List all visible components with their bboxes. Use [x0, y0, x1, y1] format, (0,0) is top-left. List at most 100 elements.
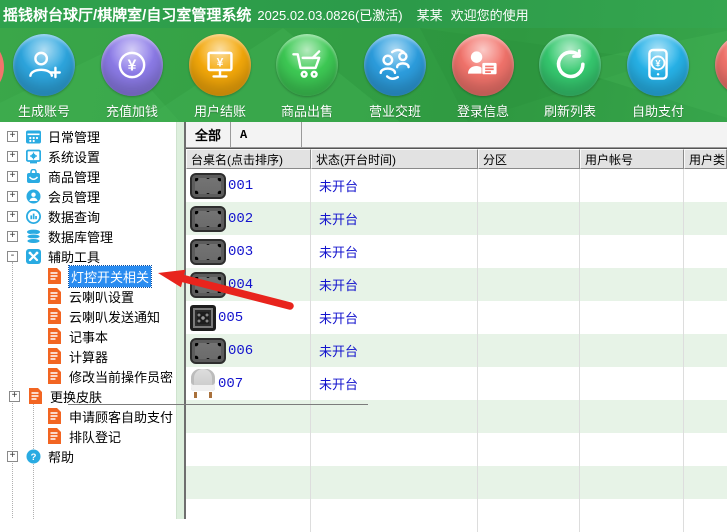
sidebar-item-light-control[interactable]: 灯控开关相关 — [0, 266, 176, 286]
toolbar-button-sell-goods[interactable]: 商品出售 — [264, 34, 350, 120]
settings-icon — [25, 148, 41, 164]
tree-spacer — [28, 411, 39, 422]
table-name: 007 — [218, 376, 243, 392]
version-text: 2025.02.03.0826(已激活) — [257, 5, 402, 24]
table-row[interactable]: 006 未开台 — [186, 334, 727, 367]
table-name: 006 — [228, 343, 253, 359]
table-panel: 全部 A 台桌名(点击排序) 状态(开台时间) 分区 用户帐号 用户类 001 … — [184, 122, 727, 519]
tab-all[interactable]: 全部 — [186, 122, 231, 147]
sidebar-item-queue-register[interactable]: 排队登记 — [0, 426, 176, 446]
title-bar: 摇钱树台球厅/棋牌室/自习室管理系统 2025.02.03.0826(已激活) … — [0, 0, 727, 28]
shift-change-icon — [364, 34, 426, 96]
column-header-status[interactable]: 状态(开台时间) — [311, 149, 478, 169]
sidebar-item-help[interactable]: + ? 帮助 — [0, 446, 176, 466]
table-row[interactable]: 001 未开台 — [186, 169, 727, 202]
toolbar-button-label: 生成账号 — [1, 101, 87, 120]
sidebar-item-notepad[interactable]: 记事本 — [0, 326, 176, 346]
svg-text:¥: ¥ — [655, 58, 661, 68]
cart-icon — [276, 34, 338, 96]
sidebar-item-calculator[interactable]: 计算器 — [0, 346, 176, 366]
toolbar-button-recharge[interactable]: ¥ 充值加钱 — [89, 34, 175, 120]
column-header-user-type[interactable]: 用户类 — [684, 149, 727, 169]
tree-spacer — [28, 431, 39, 442]
table-header: 台桌名(点击排序) 状态(开台时间) 分区 用户帐号 用户类 — [186, 148, 727, 169]
status-text: 未开台 — [319, 275, 358, 294]
sidebar-item-cloud-speaker-notify[interactable]: 云喇叭发送通知 — [0, 306, 176, 326]
sidebar-item-label: 会员管理 — [48, 187, 100, 206]
toolbar-button-label: 登录信息 — [440, 101, 526, 120]
expander-icon[interactable]: + — [7, 451, 18, 462]
tab-a[interactable]: A — [231, 122, 302, 147]
billiard-table-icon — [190, 173, 226, 199]
toolbar-button-user-checkout[interactable]: ¥ 用户结账 — [177, 34, 263, 120]
toolbar-button-label: 刷新列表 — [527, 101, 613, 120]
document-icon — [46, 288, 62, 304]
toolbar-button-shift-change[interactable]: 营业交班 — [352, 34, 438, 120]
empty-table-row — [186, 466, 727, 499]
document-icon — [46, 328, 62, 344]
sidebar-item-database-management[interactable]: + 数据库管理 — [0, 226, 176, 246]
toolbar-button-label: 自助支付 — [615, 101, 701, 120]
toolbar-button-login-info[interactable]: 登录信息 — [440, 34, 526, 120]
table-row[interactable]: 003 未开台 — [186, 235, 727, 268]
sidebar-item-system-settings[interactable]: + 系统设置 — [0, 146, 176, 166]
column-header-zone[interactable]: 分区 — [478, 149, 580, 169]
table-name: 001 — [228, 178, 253, 194]
document-icon — [46, 308, 62, 324]
expander-icon[interactable]: + — [7, 151, 18, 162]
sidebar-item-member-management[interactable]: + 会员管理 — [0, 186, 176, 206]
status-text: 未开台 — [319, 308, 358, 327]
expander-icon[interactable]: + — [7, 211, 18, 222]
status-text: 未开台 — [319, 242, 358, 261]
billiard-table-icon — [190, 338, 226, 364]
sidebar-item-daily-management[interactable]: + 日常管理 — [0, 126, 176, 146]
expander-icon[interactable]: + — [7, 131, 18, 142]
welcome-text: 欢迎您的使用 — [451, 5, 529, 24]
sidebar-item-auxiliary-tools[interactable]: - 辅助工具 — [0, 246, 176, 266]
document-icon — [27, 388, 43, 404]
checkout-monitor-icon: ¥ — [189, 34, 251, 96]
column-header-account[interactable]: 用户帐号 — [580, 149, 684, 169]
sidebar-item-label: 申请顾客自助支付 — [69, 407, 173, 426]
sidebar-item-product-management[interactable]: + 商品管理 — [0, 166, 176, 186]
expander-icon[interactable]: + — [7, 171, 18, 182]
app-title: 摇钱树台球厅/棋牌室/自习室管理系统 — [3, 4, 251, 25]
document-icon — [46, 408, 62, 424]
table-row[interactable]: 004 未开台 — [186, 268, 727, 301]
svg-text:¥: ¥ — [217, 55, 224, 69]
toolbar-button-exit[interactable]: 退 — [703, 34, 727, 120]
toolbar-button-create-account[interactable]: 生成账号 — [1, 34, 87, 120]
toolbar-button-label: 商品出售 — [264, 101, 350, 120]
sidebar-item-apply-customer-self-pay[interactable]: 申请顾客自助支付 — [0, 406, 176, 426]
sidebar-item-label: 辅助工具 — [48, 247, 100, 266]
sidebar-item-label: 计算器 — [69, 347, 108, 366]
expander-icon[interactable]: + — [7, 191, 18, 202]
sidebar-item-change-skin[interactable]: + 更换皮肤 — [0, 386, 176, 406]
table-row[interactable]: 007 未开台 — [186, 367, 727, 400]
sidebar-item-change-operator-password[interactable]: 修改当前操作员密 — [0, 366, 176, 386]
chair-icon — [190, 369, 216, 399]
column-header-table-name[interactable]: 台桌名(点击排序) — [186, 149, 311, 169]
table-row[interactable]: 005 未开台 — [186, 301, 727, 334]
sidebar-item-label: 帮助 — [48, 447, 74, 466]
refresh-icon — [539, 34, 601, 96]
sidebar-item-data-query[interactable]: + 数据查询 — [0, 206, 176, 226]
empty-table-row — [186, 433, 727, 466]
expander-icon[interactable]: + — [7, 231, 18, 242]
toolbar-button-label: 退 — [703, 101, 727, 120]
expander-icon[interactable]: + — [9, 391, 20, 402]
status-text: 未开台 — [319, 176, 358, 195]
billiard-table-icon — [190, 239, 226, 265]
table-row[interactable]: 002 未开台 — [186, 202, 727, 235]
zone-tabstrip: 全部 A — [186, 122, 727, 148]
toolbar-button-self-pay[interactable]: ¥ 自助支付 — [615, 34, 701, 120]
expander-icon[interactable]: - — [7, 251, 18, 262]
sidebar-item-cloud-speaker-settings[interactable]: 云喇叭设置 — [0, 286, 176, 306]
toolbar-button-refresh-list[interactable]: 刷新列表 — [527, 34, 613, 120]
table-body: 001 未开台 002 未开台 003 未开台 004 未开台 005 未开台 … — [186, 169, 727, 532]
table-name: 002 — [228, 211, 253, 227]
sidebar-item-label: 云喇叭发送通知 — [69, 307, 160, 326]
sidebar-item-label: 系统设置 — [48, 147, 100, 166]
table-name: 005 — [218, 310, 243, 326]
tree-spacer — [28, 291, 39, 302]
